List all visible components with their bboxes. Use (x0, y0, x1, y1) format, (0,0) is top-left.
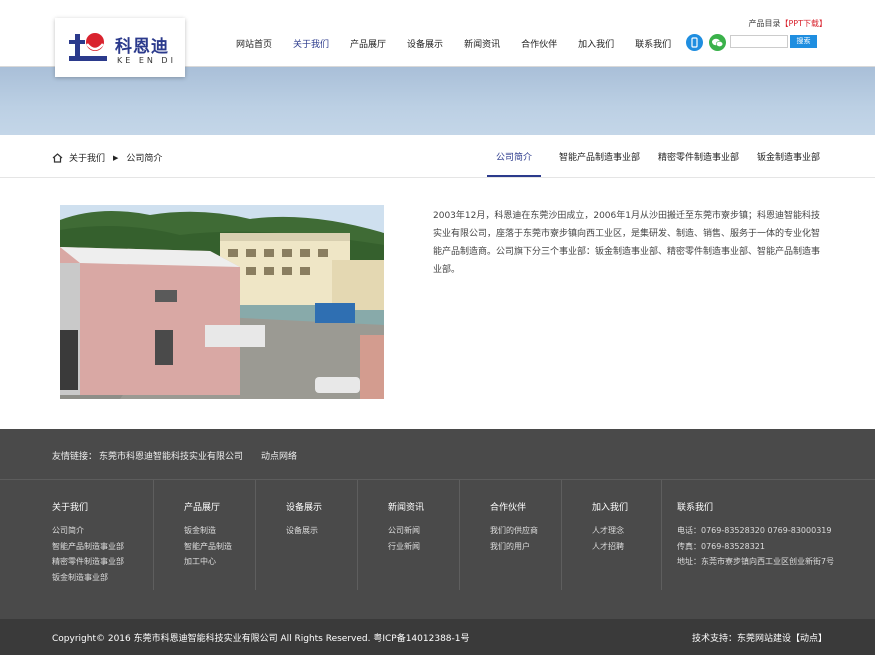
subnav-item-precision-parts[interactable]: 精密零件制造事业部 (658, 135, 739, 177)
footer-column-about: 关于我们 公司简介 智能产品制造事业部 精密零件制造事业部 钣金制造事业部 (0, 480, 154, 590)
footer-link[interactable]: 钣金制造 (184, 523, 232, 539)
nav-item-equipment[interactable]: 设备展示 (407, 37, 443, 50)
copyright-bar: Copyright© 2016 东莞市科恩迪智能科技实业有限公司 All Rig… (0, 619, 875, 655)
friend-link[interactable]: 东莞市科恩迪智能科技实业有限公司 (99, 449, 243, 462)
footer-link[interactable]: 人才理念 (592, 523, 624, 539)
contact-address: 地址：东莞市寮步镇向西工业区创业新街7号 (677, 557, 835, 566)
home-icon[interactable] (52, 152, 63, 163)
footer-link[interactable]: 公司简介 (52, 523, 124, 539)
footer-column-products: 产品展厅 钣金制造 智能产品制造 加工中心 (154, 480, 256, 590)
nav-item-partners[interactable]: 合作伙伴 (521, 37, 557, 50)
catalog-link[interactable]: 产品目录 (748, 19, 780, 28)
phone-icon[interactable] (686, 34, 703, 51)
top-links: 产品目录【PPT下载】 (748, 18, 827, 29)
nav-item-about[interactable]: 关于我们 (293, 37, 329, 50)
site-header: 科恩迪 KE EN DI 产品目录【PPT下载】 网站首页 关于我们 产品展厅 … (0, 0, 875, 77)
footer-column-title[interactable]: 加入我们 (592, 500, 628, 513)
contact-fax: 传真：0769-83528321 (677, 541, 765, 551)
logo[interactable]: 科恩迪 KE EN DI (55, 18, 185, 77)
footer-column-partners: 合作伙伴 我们的供应商 我们的用户 (460, 480, 562, 590)
footer-link[interactable]: 公司新闻 (388, 523, 420, 539)
footer-link[interactable]: 我们的供应商 (490, 523, 538, 539)
breadcrumb: 关于我们 ▶ 公司简介 (52, 151, 162, 164)
nav-item-home[interactable]: 网站首页 (236, 37, 272, 50)
footer-link[interactable]: 人才招聘 (592, 539, 624, 555)
footer-link[interactable]: 设备展示 (286, 523, 318, 539)
subnav-item-company-profile[interactable]: 公司简介 (486, 135, 541, 177)
footer-column-contact: 联系我们 电话：0769-83528320 0769-83000319 传真：0… (662, 480, 875, 590)
footer-column-title[interactable]: 新闻资讯 (388, 500, 424, 513)
search-button[interactable]: 搜索 (790, 35, 817, 48)
company-photo (60, 205, 384, 399)
friend-link[interactable]: 动点网络 (261, 449, 297, 462)
footer-column-title[interactable]: 关于我们 (52, 500, 88, 513)
breadcrumb-chevron-icon: ▶ (113, 153, 119, 162)
wechat-icon[interactable] (709, 34, 726, 51)
footer-column-title[interactable]: 设备展示 (286, 500, 322, 513)
logo-text-cn: 科恩迪 (115, 37, 169, 57)
footer-link[interactable]: 智能产品制造 (184, 539, 232, 555)
footer-link[interactable]: 钣金制造事业部 (52, 570, 124, 586)
nav-item-join[interactable]: 加入我们 (578, 37, 614, 50)
footer-link[interactable]: 我们的用户 (490, 539, 538, 555)
logo-mark-icon (69, 33, 107, 61)
friend-links-label: 友情链接： (52, 452, 98, 462)
footer-link[interactable]: 智能产品制造事业部 (52, 539, 124, 555)
footer-column-news: 新闻资讯 公司新闻 行业新闻 (358, 480, 460, 590)
footer-column-title[interactable]: 联系我们 (677, 500, 713, 513)
ppt-download-link[interactable]: 【PPT下载】 (780, 19, 827, 28)
footer-column-join: 加入我们 人才理念 人才招聘 (562, 480, 662, 590)
nav-item-news[interactable]: 新闻资讯 (464, 37, 500, 50)
contact-phone: 电话：0769-83528320 0769-83000319 (677, 526, 832, 535)
site-footer: 关于我们 公司简介 智能产品制造事业部 精密零件制造事业部 钣金制造事业部 产品… (0, 480, 875, 619)
sub-nav: 公司简介 智能产品制造事业部 精密零件制造事业部 钣金制造事业部 (486, 135, 820, 178)
footer-link[interactable]: 加工中心 (184, 554, 232, 570)
nav-item-products[interactable]: 产品展厅 (350, 37, 386, 50)
footer-column-equipment: 设备展示 设备展示 (256, 480, 358, 590)
footer-column-title[interactable]: 合作伙伴 (490, 500, 526, 513)
main-nav: 网站首页 关于我们 产品展厅 设备展示 新闻资讯 合作伙伴 加入我们 联系我们 (236, 37, 671, 50)
copyright-text: Copyright© 2016 东莞市科恩迪智能科技实业有限公司 All Rig… (52, 634, 470, 644)
breadcrumb-section[interactable]: 关于我们 (69, 151, 105, 164)
footer-link[interactable]: 行业新闻 (388, 539, 420, 555)
subnav-item-smart-products[interactable]: 智能产品制造事业部 (559, 135, 640, 177)
logo-text-en: KE EN DI (117, 56, 176, 65)
nav-item-contact[interactable]: 联系我们 (635, 37, 671, 50)
breadcrumb-current: 公司简介 (126, 154, 163, 164)
banner (0, 67, 875, 135)
footer-column-title[interactable]: 产品展厅 (184, 500, 220, 513)
about-text: 2003年12月，科恩迪在东莞沙田成立，2006年1月从沙田搬迁至东莞市寮步镇；… (433, 211, 821, 275)
sub-bar: 关于我们 ▶ 公司简介 公司简介 智能产品制造事业部 精密零件制造事业部 钣金制… (0, 135, 875, 178)
search-input[interactable] (730, 35, 788, 48)
tech-support-link[interactable]: 技术支持：东莞网站建设【动点】 (692, 631, 827, 644)
footer-link[interactable]: 精密零件制造事业部 (52, 554, 124, 570)
subnav-item-sheet-metal[interactable]: 钣金制造事业部 (757, 135, 820, 177)
friend-links: 友情链接： 东莞市科恩迪智能科技实业有限公司 动点网络 (0, 429, 875, 480)
